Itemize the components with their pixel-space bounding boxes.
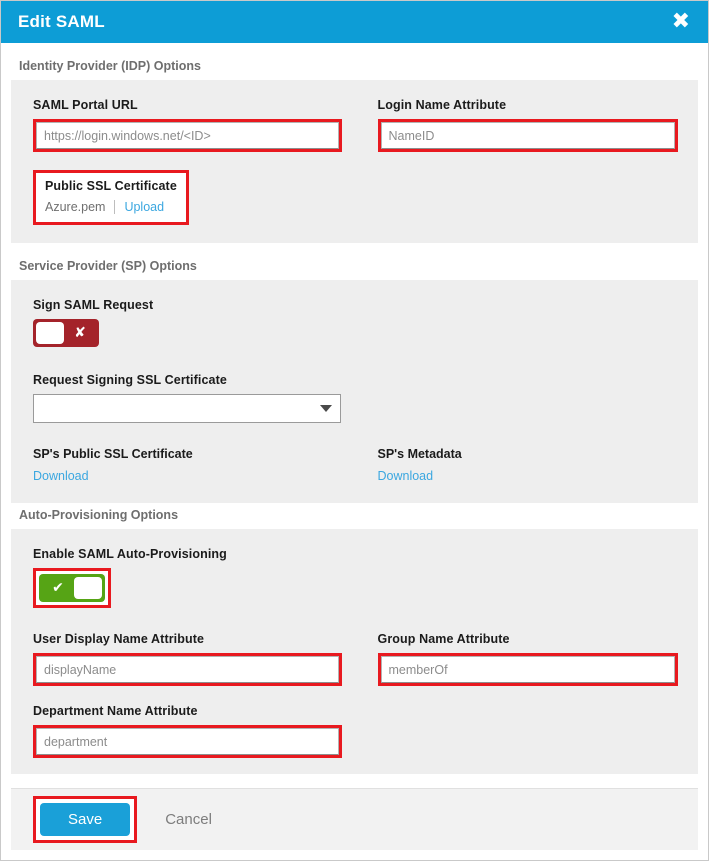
login-name-attribute-group: Login Name Attribute bbox=[356, 98, 678, 152]
sp-metadata-label: SP's Metadata bbox=[377, 447, 462, 461]
divider bbox=[114, 200, 116, 214]
public-ssl-certificate-filename: Azure.pem bbox=[45, 200, 106, 214]
idp-row-1: SAML Portal URL Login Name Attribute bbox=[33, 98, 678, 152]
auto-provisioning-row-1: User Display Name Attribute Group Name A… bbox=[33, 632, 678, 686]
public-ssl-certificate-group: Public SSL Certificate Azure.pem Upload bbox=[33, 170, 356, 225]
sp-public-ssl-certificate-label: SP's Public SSL Certificate bbox=[33, 447, 193, 461]
group-name-label: Group Name Attribute bbox=[377, 632, 510, 646]
enable-auto-provisioning-highlight: ✔ bbox=[33, 568, 111, 608]
dialog-header: Edit SAML ✖ bbox=[1, 1, 708, 43]
auto-provisioning-panel: Enable SAML Auto-Provisioning ✔ User Dis… bbox=[11, 529, 698, 774]
department-name-input[interactable] bbox=[36, 728, 339, 755]
enable-auto-provisioning-toggle[interactable]: ✔ bbox=[39, 574, 105, 602]
user-display-name-label: User Display Name Attribute bbox=[33, 632, 205, 646]
saml-portal-url-highlight bbox=[33, 119, 342, 152]
request-signing-certificate-label: Request Signing SSL Certificate bbox=[33, 373, 227, 387]
public-ssl-certificate-label: Public SSL Certificate bbox=[45, 179, 177, 193]
group-name-highlight bbox=[377, 653, 678, 686]
idp-panel: SAML Portal URL Login Name Attribute P bbox=[11, 80, 698, 243]
sp-metadata-download-link[interactable]: Download bbox=[378, 469, 434, 483]
saml-portal-url-group: SAML Portal URL bbox=[33, 98, 356, 152]
public-ssl-certificate-highlight: Public SSL Certificate Azure.pem Upload bbox=[33, 170, 189, 225]
check-icon: ✔ bbox=[52, 580, 64, 596]
group-name-input[interactable] bbox=[380, 656, 675, 683]
enable-auto-provisioning-label: Enable SAML Auto-Provisioning bbox=[33, 547, 227, 561]
user-display-name-highlight bbox=[33, 653, 342, 686]
section-heading-auto-provisioning: Auto-Provisioning Options bbox=[19, 508, 179, 522]
cross-icon: ✘ bbox=[74, 325, 86, 341]
request-signing-certificate-select[interactable] bbox=[33, 394, 341, 423]
upload-certificate-link[interactable]: Upload bbox=[124, 200, 164, 214]
section-heading-idp: Identity Provider (IDP) Options bbox=[19, 59, 201, 73]
department-name-highlight bbox=[33, 725, 342, 758]
request-signing-certificate-group bbox=[33, 394, 341, 423]
saml-portal-url-label: SAML Portal URL bbox=[33, 98, 138, 112]
dialog-footer: Save Cancel bbox=[11, 788, 698, 850]
dialog-title: Edit SAML bbox=[18, 12, 105, 31]
edit-saml-dialog: Edit SAML ✖ Identity Provider (IDP) Opti… bbox=[0, 0, 709, 861]
login-name-attribute-label: Login Name Attribute bbox=[377, 98, 507, 112]
login-name-attribute-input[interactable] bbox=[380, 122, 675, 149]
toggle-knob bbox=[36, 322, 64, 344]
idp-row-2-spacer bbox=[356, 170, 679, 225]
sp-download-row: SP's Public SSL Certificate Download SP'… bbox=[33, 447, 678, 485]
department-name-label: Department Name Attribute bbox=[33, 704, 198, 718]
sp-public-ssl-certificate-group: SP's Public SSL Certificate Download bbox=[33, 447, 356, 485]
saml-portal-url-input[interactable] bbox=[36, 122, 339, 149]
section-heading-sp: Service Provider (SP) Options bbox=[19, 259, 197, 273]
group-name-group: Group Name Attribute bbox=[356, 632, 678, 686]
save-button-highlight: Save bbox=[33, 796, 138, 843]
sp-metadata-group: SP's Metadata Download bbox=[356, 447, 679, 485]
save-button[interactable]: Save bbox=[40, 803, 131, 836]
dialog-body: Identity Provider (IDP) Options SAML Por… bbox=[1, 43, 708, 774]
auto-provisioning-row-2: Department Name Attribute bbox=[33, 704, 678, 758]
toggle-knob bbox=[74, 577, 102, 599]
sp-public-ssl-certificate-download-link[interactable]: Download bbox=[33, 469, 89, 483]
login-name-attribute-highlight bbox=[377, 119, 678, 152]
sign-saml-request-toggle[interactable]: ✘ bbox=[33, 319, 99, 347]
sp-panel: Sign SAML Request ✘ Request Signing SSL … bbox=[11, 280, 698, 503]
auto-provisioning-row-2-spacer bbox=[356, 704, 679, 758]
user-display-name-group: User Display Name Attribute bbox=[33, 632, 356, 686]
close-icon[interactable]: ✖ bbox=[668, 9, 694, 35]
cancel-button[interactable]: Cancel bbox=[159, 810, 218, 829]
public-ssl-certificate-row: Azure.pem Upload bbox=[45, 200, 177, 214]
sign-saml-request-label: Sign SAML Request bbox=[33, 298, 154, 312]
department-name-group: Department Name Attribute bbox=[33, 704, 356, 758]
idp-row-2: Public SSL Certificate Azure.pem Upload bbox=[33, 170, 678, 225]
user-display-name-input[interactable] bbox=[36, 656, 339, 683]
